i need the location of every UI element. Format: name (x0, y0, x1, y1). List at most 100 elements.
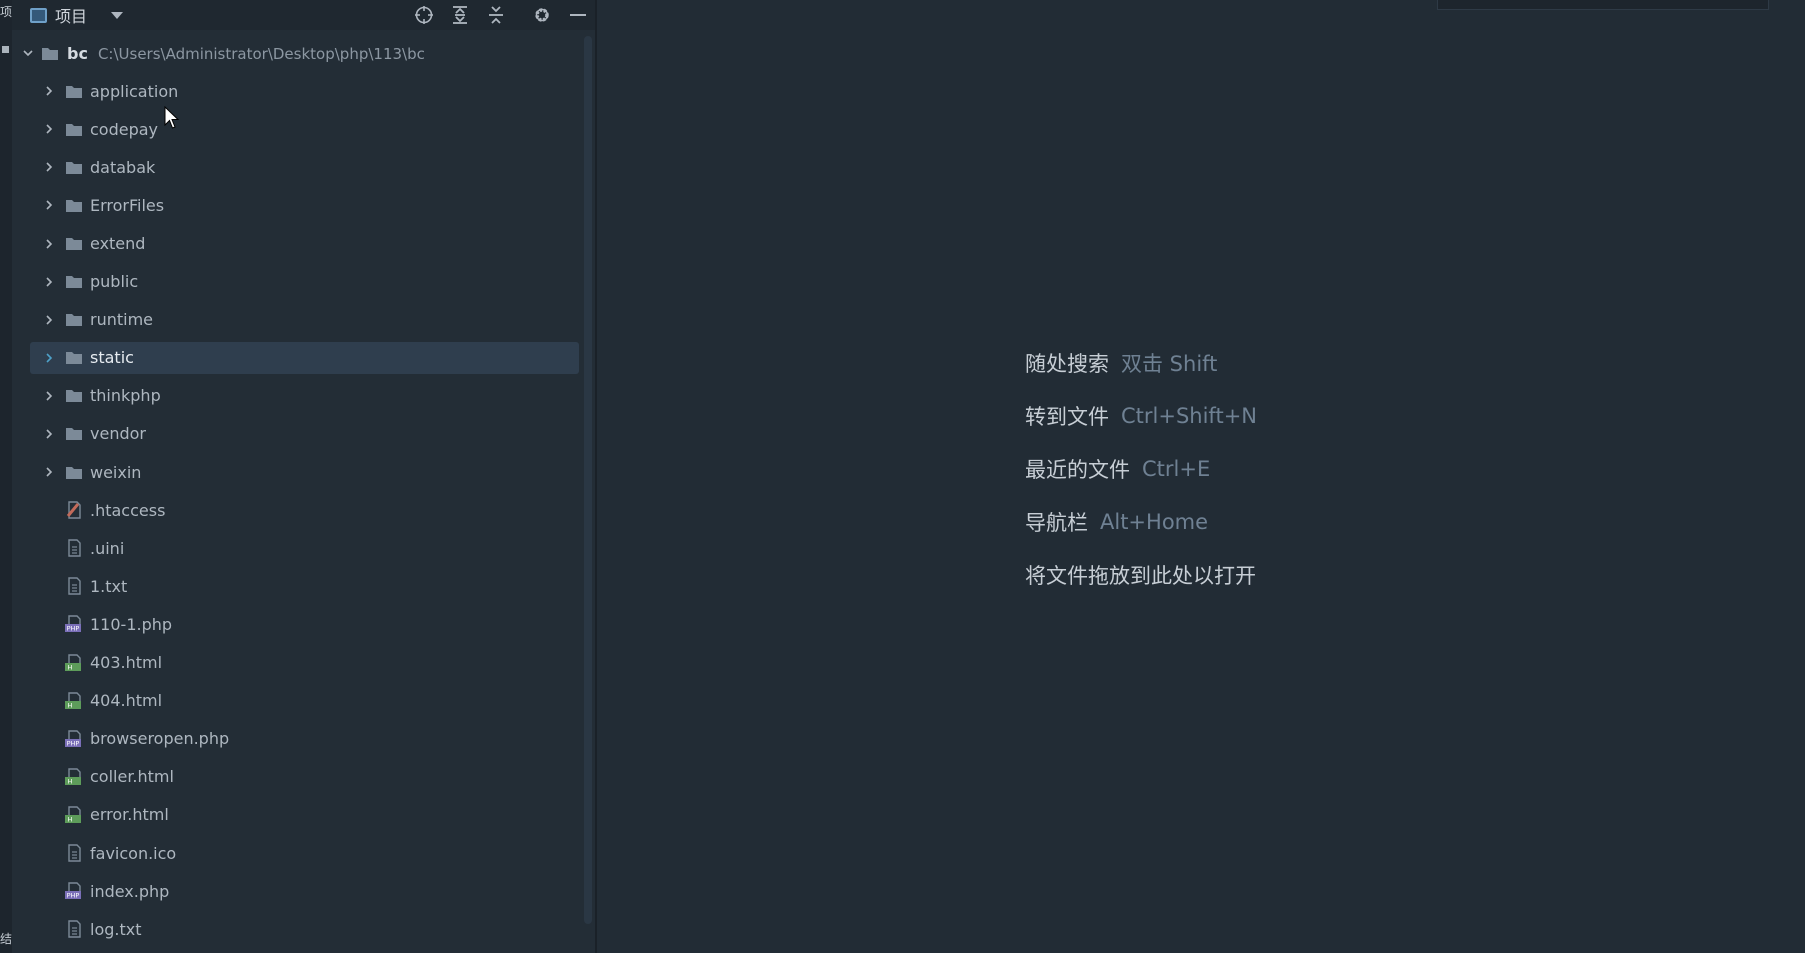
chevron-right-icon[interactable] (43, 352, 55, 364)
hint-navigation-bar: 导航栏 Alt+Home (1025, 509, 1209, 535)
project-tool-label[interactable]: 项 (0, 6, 12, 19)
project-tree: bc C:\Users\Administrator\Desktop\php\113… (12, 34, 595, 948)
tree-root[interactable]: bc C:\Users\Administrator\Desktop\php\113… (12, 34, 595, 72)
vertical-scrollbar[interactable] (584, 36, 592, 924)
folder-icon (65, 159, 83, 175)
editor-hints: 随处搜索 双击 Shift 转到文件 Ctrl+Shift+N 最近的文件 Ctrl+… (1025, 336, 1268, 601)
php-file-icon: PHP (65, 615, 83, 633)
tool-window-marker (2, 46, 9, 53)
chevron-right-icon[interactable] (43, 276, 55, 288)
locate-icon[interactable] (412, 4, 436, 26)
root-folder-path: C:\Users\Administrator\Desktop\php\113\b… (97, 44, 425, 63)
hint-drop-files: 将文件拖放到此处以打开 (1025, 563, 1256, 588)
mouse-cursor-icon (164, 106, 180, 129)
root-folder-name: bc (67, 43, 88, 63)
text-file-icon (65, 539, 83, 557)
chevron-right-icon[interactable] (43, 123, 55, 135)
tree-folder-row[interactable]: application (12, 72, 595, 110)
tree-item-label: .htaccess (90, 500, 166, 520)
chevron-right-icon[interactable] (43, 199, 55, 211)
text-file-icon (65, 844, 83, 862)
tree-item-label: extend (90, 234, 146, 254)
hint-search-everywhere: 随处搜索 双击 Shift (1025, 351, 1218, 376)
chevron-down-icon[interactable] (111, 11, 124, 19)
html-file-icon: H (65, 806, 83, 823)
php-file-icon: PHP (65, 730, 83, 747)
tree-folder-row[interactable]: extend (12, 224, 595, 262)
chevron-right-icon[interactable] (43, 390, 55, 402)
tree-file-row[interactable]: favicon.ico (12, 834, 595, 872)
tree-item-label: .uini (90, 538, 125, 558)
folder-icon (65, 197, 83, 213)
tree-file-row[interactable]: PHP index.php (12, 872, 595, 910)
tree-item-label: index.php (90, 881, 170, 901)
tree-file-row[interactable]: Hcoller.html (12, 758, 595, 796)
tree-item-label: application (90, 81, 179, 101)
chevron-down-icon[interactable] (22, 47, 34, 59)
gear-icon[interactable] (530, 4, 554, 26)
folder-icon (65, 426, 83, 442)
tree-item-label: log.txt (90, 919, 142, 939)
expand-all-icon[interactable] (448, 4, 472, 26)
tree-file-row[interactable]: .uini (12, 529, 595, 567)
tree-item-label: static (90, 348, 134, 368)
tree-item-label: 1.txt (90, 576, 128, 596)
tree-file-row[interactable]: H 404.html (12, 682, 595, 720)
tree-item-label: browseropen.php (90, 729, 230, 749)
tree-folder-row[interactable]: thinkphp (12, 377, 595, 415)
tree-folder-row[interactable]: runtime (12, 301, 595, 339)
project-view-selector[interactable]: 项目 (30, 4, 124, 26)
folder-icon (41, 45, 59, 61)
top-toolbar-strip (1437, 0, 1769, 10)
hint-goto-file: 转到文件 Ctrl+Shift+N (1025, 403, 1257, 429)
tree-file-row[interactable]: PHP browseropen.php (12, 720, 595, 758)
tree-item-label: favicon.ico (90, 843, 177, 863)
tree-folder-row[interactable]: ErrorFiles (12, 186, 595, 224)
chevron-right-icon[interactable] (43, 85, 55, 97)
svg-text:H: H (68, 777, 73, 785)
htaccess-file-icon (65, 501, 83, 519)
chevron-right-icon[interactable] (43, 161, 55, 173)
tree-item-label: runtime (90, 310, 154, 330)
folder-icon (65, 236, 83, 252)
chevron-right-icon[interactable] (43, 466, 55, 478)
text-file-icon (65, 577, 83, 596)
folder-icon (65, 388, 83, 404)
tree-folder-row[interactable]: static (12, 339, 595, 377)
tree-folder-row[interactable]: vendor (12, 415, 595, 453)
collapse-all-icon[interactable] (484, 4, 508, 26)
chevron-right-icon[interactable] (43, 428, 55, 440)
text-file-icon (65, 920, 83, 938)
chevron-right-icon[interactable] (43, 314, 55, 326)
folder-icon (65, 464, 83, 480)
tree-folder-row[interactable]: codepay (12, 110, 595, 148)
tree-item-label: 404.html (90, 691, 163, 711)
minimize-icon[interactable] (566, 4, 590, 26)
tree-folder-row[interactable]: public (12, 263, 595, 301)
project-panel: 项目 bc C:\Users\Administrator\Desktop\php… (12, 0, 595, 953)
tree-folder-row[interactable]: databak (12, 148, 595, 186)
tree-file-row[interactable]: log.txt (12, 910, 595, 948)
left-tool-strip: 项 结 (0, 0, 12, 953)
svg-text:PHP: PHP (67, 892, 80, 900)
svg-text:H: H (68, 701, 73, 709)
tree-file-row[interactable]: PHP 110-1.php (12, 605, 595, 643)
tree-item-label: error.html (90, 805, 169, 825)
editor-empty-area: 随处搜索 双击 Shift 转到文件 Ctrl+Shift+N 最近的文件 Ctrl+… (597, 0, 1805, 953)
tree-file-row[interactable]: .htaccess (12, 491, 595, 529)
tree-item-label: thinkphp (90, 386, 161, 406)
tree-file-row[interactable]: 1.txt (12, 567, 595, 605)
chevron-right-icon[interactable] (43, 238, 55, 250)
tree-folder-row[interactable]: weixin (12, 453, 595, 491)
tree-item-label: coller.html (90, 767, 174, 787)
svg-text:H: H (68, 663, 73, 671)
folder-icon (65, 274, 83, 290)
tree-item-label: 110-1.php (90, 614, 173, 634)
php-file-icon: PHP (65, 882, 83, 900)
svg-text:H: H (68, 815, 73, 823)
tree-file-row[interactable]: Herror.html (12, 796, 595, 834)
tree-file-row[interactable]: H 403.html (12, 644, 595, 682)
tree-item-label: ErrorFiles (90, 195, 165, 215)
html-file-icon: H (65, 768, 83, 785)
structure-tool-label[interactable]: 结 (0, 930, 12, 947)
